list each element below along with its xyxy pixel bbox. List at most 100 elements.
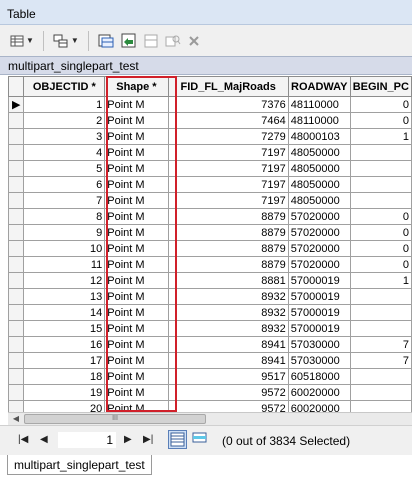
cell-begin-post[interactable] — [349, 144, 412, 161]
cell-begin-post[interactable]: 0 — [349, 96, 412, 113]
cell-fid-fl-majroads[interactable]: 9572 — [167, 400, 289, 412]
clear-selection-button[interactable] — [142, 30, 160, 52]
table-tab[interactable]: multipart_singlepart_test — [7, 455, 152, 475]
row-selector[interactable] — [8, 320, 25, 337]
table-row[interactable]: 11 Point M 8879 57020000 0 — [8, 256, 412, 273]
cell-shape[interactable]: Point M — [104, 368, 169, 385]
current-record-input[interactable]: 1 — [58, 432, 116, 448]
cell-begin-post[interactable]: 0 — [349, 224, 412, 241]
cell-begin-post[interactable] — [349, 368, 412, 385]
cell-begin-post[interactable]: 0 — [349, 208, 412, 225]
cell-shape[interactable]: Point M — [104, 272, 169, 289]
cell-shape[interactable]: Point M — [104, 224, 169, 241]
cell-roadway[interactable]: 57020000 — [287, 224, 351, 241]
cell-roadway[interactable]: 57020000 — [287, 240, 351, 257]
cell-shape[interactable]: Point M — [104, 352, 169, 369]
row-selector[interactable] — [8, 144, 25, 161]
column-header-shape[interactable]: Shape * — [104, 76, 169, 97]
table-row[interactable]: 17 Point M 8941 57030000 7 — [8, 352, 412, 369]
row-selector[interactable] — [8, 176, 25, 193]
cell-shape[interactable]: Point M — [104, 176, 169, 193]
cell-begin-post[interactable]: 1 — [349, 272, 412, 289]
column-header-roadway[interactable]: ROADWAY — [287, 76, 351, 97]
row-selector[interactable]: ▶ — [8, 96, 25, 113]
row-selector[interactable] — [8, 160, 25, 177]
row-selector[interactable] — [8, 272, 25, 289]
cell-begin-post[interactable] — [349, 320, 412, 337]
last-record-button[interactable]: ▶| — [143, 434, 153, 445]
cell-shape[interactable]: Point M — [104, 400, 169, 412]
cell-shape[interactable]: Point M — [104, 288, 169, 305]
cell-fid-fl-majroads[interactable]: 8932 — [167, 320, 289, 337]
row-selector[interactable] — [8, 304, 25, 321]
table-row[interactable]: 3 Point M 7279 48000103 1 — [8, 128, 412, 145]
cell-objectid[interactable]: 12 — [23, 272, 106, 289]
cell-begin-post[interactable] — [349, 384, 412, 401]
cell-objectid[interactable]: 14 — [23, 304, 106, 321]
table-options-button[interactable]: ▼ — [8, 30, 36, 52]
cell-roadway[interactable]: 57000019 — [287, 304, 351, 321]
cell-roadway[interactable]: 48110000 — [287, 96, 351, 113]
table-row[interactable]: 6 Point M 7197 48050000 — [8, 176, 412, 193]
cell-objectid[interactable]: 19 — [23, 384, 106, 401]
cell-begin-post[interactable]: 0 — [349, 256, 412, 273]
cell-fid-fl-majroads[interactable]: 7197 — [167, 160, 289, 177]
cell-begin-post[interactable]: 7 — [349, 336, 412, 353]
cell-objectid[interactable]: 20 — [23, 400, 106, 412]
cell-begin-post[interactable] — [349, 400, 412, 412]
cell-shape[interactable]: Point M — [104, 320, 169, 337]
table-row[interactable]: 15 Point M 8932 57000019 — [8, 320, 412, 337]
table-row[interactable]: 19 Point M 9572 60020000 — [8, 384, 412, 401]
next-record-button[interactable]: ▶ — [124, 434, 132, 445]
table-row[interactable]: 9 Point M 8879 57020000 0 — [8, 224, 412, 241]
table-row[interactable]: 12 Point M 8881 57000019 1 — [8, 272, 412, 289]
cell-begin-post[interactable] — [349, 304, 412, 321]
cell-roadway[interactable]: 48110000 — [287, 112, 351, 129]
related-tables-button[interactable]: ▼ — [51, 30, 81, 52]
table-row[interactable]: 14 Point M 8932 57000019 — [8, 304, 412, 321]
cell-begin-post[interactable] — [349, 176, 412, 193]
cell-fid-fl-majroads[interactable]: 7464 — [167, 112, 289, 129]
switch-selection-button[interactable] — [119, 30, 139, 52]
cell-fid-fl-majroads[interactable]: 7376 — [167, 96, 289, 113]
table-row[interactable]: 18 Point M 9517 60518000 — [8, 368, 412, 385]
cell-begin-post[interactable]: 0 — [349, 240, 412, 257]
delete-selected-button[interactable] — [186, 30, 202, 52]
cell-fid-fl-majroads[interactable]: 9517 — [167, 368, 289, 385]
row-selector[interactable] — [8, 352, 25, 369]
cell-objectid[interactable]: 11 — [23, 256, 106, 273]
cell-roadway[interactable]: 48050000 — [287, 160, 351, 177]
table-row[interactable]: 16 Point M 8941 57030000 7 — [8, 336, 412, 353]
row-selector[interactable] — [8, 128, 25, 145]
previous-record-button[interactable]: ◀ — [40, 434, 48, 445]
cell-fid-fl-majroads[interactable]: 8879 — [167, 224, 289, 241]
row-selector[interactable] — [8, 400, 25, 412]
cell-shape[interactable]: Point M — [104, 384, 169, 401]
row-selector[interactable] — [8, 112, 25, 129]
table-row[interactable]: 10 Point M 8879 57020000 0 — [8, 240, 412, 257]
cell-fid-fl-majroads[interactable]: 8879 — [167, 208, 289, 225]
cell-roadway[interactable]: 60020000 — [287, 400, 351, 412]
cell-fid-fl-majroads[interactable]: 8932 — [167, 304, 289, 321]
table-row[interactable]: 5 Point M 7197 48050000 — [8, 160, 412, 177]
table-row[interactable]: 2 Point M 7464 48110000 0 — [8, 112, 412, 129]
show-all-records-button[interactable] — [168, 430, 187, 449]
zoom-to-selected-button[interactable] — [163, 30, 183, 52]
cell-objectid[interactable]: 1 — [23, 96, 106, 113]
scroll-left-arrow-icon[interactable]: ◀ — [10, 414, 22, 425]
cell-objectid[interactable]: 2 — [23, 112, 106, 129]
cell-fid-fl-majroads[interactable]: 8941 — [167, 336, 289, 353]
cell-objectid[interactable]: 17 — [23, 352, 106, 369]
table-row[interactable]: 20 Point M 9572 60020000 — [8, 400, 412, 412]
cell-shape[interactable]: Point M — [104, 336, 169, 353]
cell-shape[interactable]: Point M — [104, 192, 169, 209]
show-selected-records-button[interactable] — [191, 430, 210, 449]
cell-fid-fl-majroads[interactable]: 8881 — [167, 272, 289, 289]
row-selector[interactable] — [8, 336, 25, 353]
first-record-button[interactable]: |◀ — [18, 434, 28, 445]
table-row[interactable]: 8 Point M 8879 57020000 0 — [8, 208, 412, 225]
row-selector[interactable] — [8, 208, 25, 225]
cell-roadway[interactable]: 57030000 — [287, 336, 351, 353]
scrollbar-thumb[interactable]: III — [24, 414, 206, 424]
cell-roadway[interactable]: 48000103 — [287, 128, 351, 145]
